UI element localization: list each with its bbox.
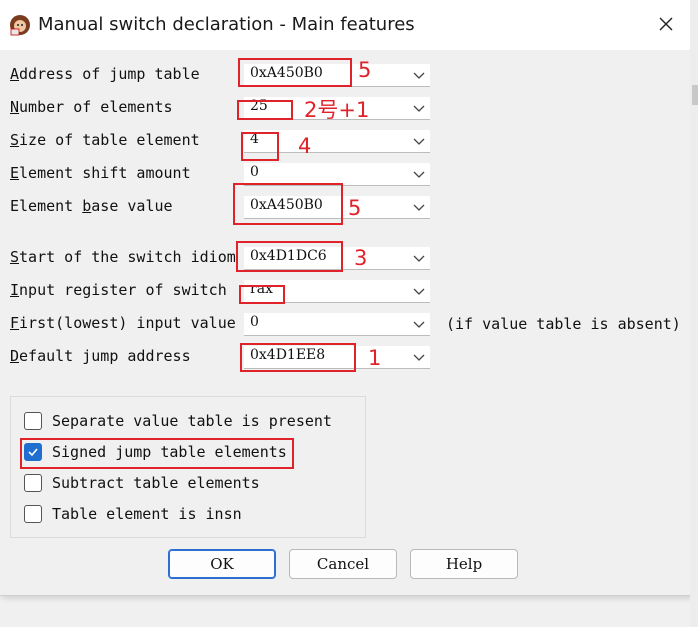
label-start-of-switch-idiom: Start of the switch idiom xyxy=(10,248,236,266)
annotation-number: 5 xyxy=(348,196,362,220)
annotation-box-base-value xyxy=(233,183,343,225)
annotation-box-signed-elements xyxy=(20,438,294,469)
label-address-of-jump-table: Address of jump table xyxy=(10,65,200,83)
checkbox-box[interactable] xyxy=(24,412,42,430)
chevron-down-icon xyxy=(413,171,425,178)
app-icon xyxy=(8,13,32,37)
annotation-box-size-of-element xyxy=(241,132,279,161)
annotation-number: 4 xyxy=(298,134,312,158)
chevron-down-icon xyxy=(413,354,425,361)
ok-button[interactable]: OK xyxy=(168,549,276,579)
window-title: Manual switch declaration - Main feature… xyxy=(38,14,415,35)
chevron-down-icon xyxy=(413,105,425,112)
page-scrollbar[interactable] xyxy=(690,0,698,627)
label-input-register: Input register of switch xyxy=(10,281,227,299)
annotation-box-number-of-elements xyxy=(237,100,293,120)
checkbox-label: Table element is insn xyxy=(52,505,242,523)
label-default-jump-address: Default jump address xyxy=(10,347,191,365)
value-table-note: (if value table is absent) xyxy=(446,315,681,333)
chevron-down-icon xyxy=(413,255,425,262)
annotation-box-input-register xyxy=(239,285,285,304)
subtract-table-elements-checkbox[interactable]: Subtract table elements xyxy=(24,472,260,494)
annotation-box-jump-table xyxy=(238,58,352,87)
label-size-of-table-element: Size of table element xyxy=(10,131,200,149)
combo-value: 0 xyxy=(250,164,259,180)
annotation-number: 2号+1 xyxy=(304,98,370,122)
label-element-shift-amount: Element shift amount xyxy=(10,164,191,182)
annotation-number: 5 xyxy=(358,58,372,82)
chevron-down-icon xyxy=(413,138,425,145)
cancel-button[interactable]: Cancel xyxy=(289,549,397,579)
chevron-down-icon xyxy=(413,288,425,295)
combo-value: 0 xyxy=(250,314,259,330)
annotation-number: 1 xyxy=(368,346,382,370)
checkbox-label: Subtract table elements xyxy=(52,474,260,492)
close-button[interactable] xyxy=(648,6,684,42)
table-element-is-insn-checkbox[interactable]: Table element is insn xyxy=(24,503,242,525)
scrollbar-thumb[interactable] xyxy=(692,85,698,105)
label-element-base-value: Element base value xyxy=(10,197,173,215)
chevron-down-icon xyxy=(413,204,425,211)
checkbox-box[interactable] xyxy=(24,474,42,492)
separate-value-table-checkbox[interactable]: Separate value table is present xyxy=(24,410,332,432)
first-input-value-combo[interactable]: 0 xyxy=(244,313,430,336)
title-bar: Manual switch declaration - Main feature… xyxy=(0,0,690,50)
label-number-of-elements: Number of elements xyxy=(10,98,173,116)
checkbox-box[interactable] xyxy=(24,505,42,523)
label-first-input-value: First(lowest) input value xyxy=(10,314,236,332)
annotation-box-switch-idiom xyxy=(236,241,343,272)
close-icon xyxy=(659,17,673,31)
checkbox-label: Separate value table is present xyxy=(52,412,332,430)
chevron-down-icon xyxy=(413,321,425,328)
switch-declaration-dialog: Manual switch declaration - Main feature… xyxy=(0,0,691,596)
annotation-number: 3 xyxy=(354,246,368,270)
annotation-box-default-jump xyxy=(240,343,356,372)
help-button[interactable]: Help xyxy=(410,549,518,579)
chevron-down-icon xyxy=(413,72,425,79)
